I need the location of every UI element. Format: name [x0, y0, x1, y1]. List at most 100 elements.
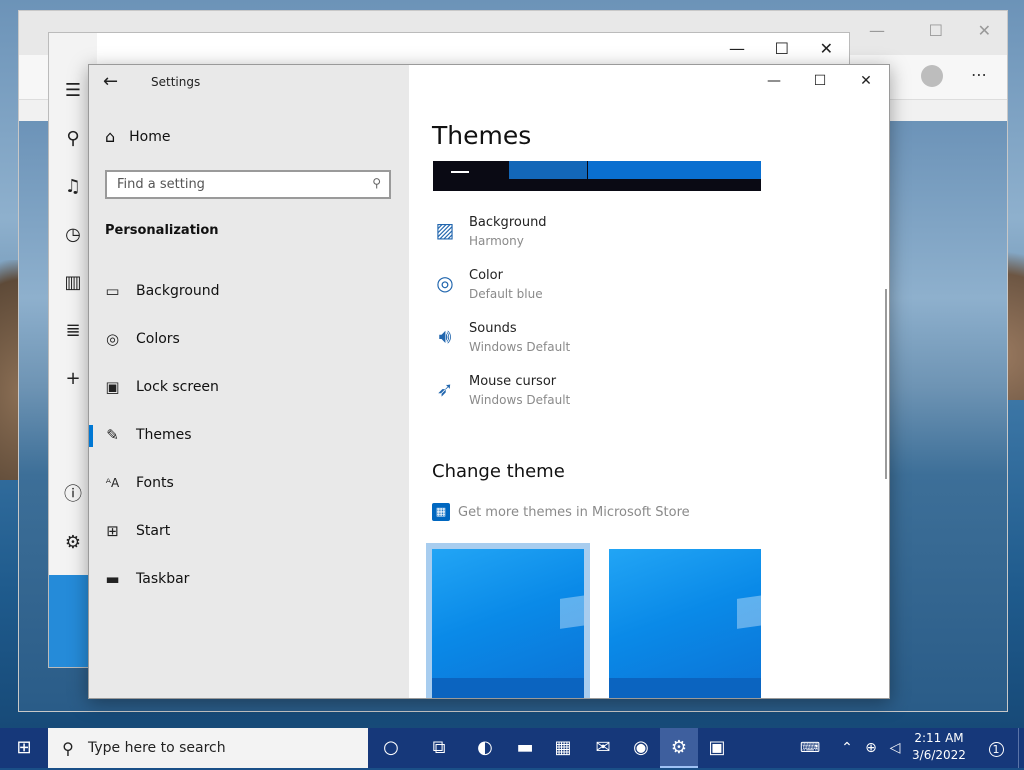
property-name: Sounds — [469, 321, 517, 336]
bg-minimize-icon[interactable]: — — [869, 21, 885, 40]
app-title: Settings — [151, 75, 201, 89]
gear-icon[interactable]: ⚙ — [61, 531, 85, 555]
cortana-icon[interactable]: ○ — [372, 728, 410, 768]
property-value: Windows Default — [469, 340, 571, 354]
property-name: Background — [469, 215, 547, 230]
home-nav-item[interactable]: ⌂ Home — [105, 127, 171, 146]
clock-date: 3/6/2022 — [912, 748, 966, 762]
file-explorer-icon[interactable]: ▬ — [506, 728, 544, 768]
theme-tile-windows[interactable] — [609, 549, 761, 698]
settings-main-pane: — ☐ ✕ Themes ▨ Background Harmony ◎ Colo… — [409, 65, 889, 698]
chevron-up-icon[interactable]: ⌃ — [836, 728, 858, 768]
taskbar-search-box[interactable]: ⚲ Type here to search — [48, 728, 368, 768]
volume-muted-icon[interactable]: ◁ — [884, 728, 906, 768]
task-view-icon[interactable]: ⧉ — [420, 728, 458, 768]
page-title: Themes — [432, 121, 532, 150]
windows-logo-icon — [560, 595, 584, 629]
add-icon[interactable]: + — [61, 367, 85, 391]
nav-item-label: Start — [136, 523, 171, 539]
taskbar-search-placeholder: Type here to search — [88, 740, 226, 756]
theme-property-mouse-cursor[interactable]: ➶ Mouse cursor Windows Default — [432, 374, 762, 420]
clock-time: 2:11 AM — [914, 731, 964, 745]
scrollbar[interactable] — [885, 289, 887, 479]
theme-property-sounds[interactable]: 🔊︎ Sounds Windows Default — [432, 321, 762, 367]
property-name: Color — [469, 268, 503, 283]
mail-icon[interactable]: ✉ — [584, 728, 622, 768]
microsoft-store-link[interactable]: ▦ Get more themes in Microsoft Store — [432, 503, 690, 521]
themes-icon: ✎ — [106, 426, 119, 444]
show-desktop-button[interactable] — [1018, 728, 1024, 768]
mid-maximize-icon[interactable]: ☐ — [775, 39, 789, 58]
nav-item-label: Taskbar — [136, 571, 190, 587]
remote-desktop-icon[interactable]: ▣ — [698, 728, 736, 768]
search-icon: ⚲ — [62, 738, 74, 758]
search-icon[interactable]: ⚲ — [61, 127, 85, 151]
theme-property-color[interactable]: ◎ Color Default blue — [432, 268, 762, 314]
preview-window-shape — [509, 161, 587, 179]
action-center-icon[interactable]: 1 — [978, 728, 1014, 768]
palette-icon: ◎ — [436, 271, 454, 295]
nav-item-colors[interactable]: ◎ Colors — [89, 319, 409, 359]
mid-close-icon[interactable]: ✕ — [820, 39, 833, 58]
image-icon: ▭ — [105, 282, 120, 300]
music-note-icon[interactable]: ♫ — [61, 175, 85, 199]
theme-tile-taskbar — [432, 678, 584, 698]
start-icon: ⊞ — [106, 522, 119, 540]
nav-item-lock-screen[interactable]: ▣ Lock screen — [89, 367, 409, 407]
home-icon: ⌂ — [105, 127, 116, 146]
nav-item-label: Themes — [136, 427, 192, 443]
profile-avatar[interactable] — [921, 65, 943, 87]
hamburger-menu-icon[interactable]: ☰ — [61, 79, 85, 103]
system-clock[interactable]: 2:11 AM 3/6/2022 — [906, 730, 972, 764]
nav-item-themes[interactable]: ✎ Themes — [89, 415, 409, 455]
nav-item-fonts[interactable]: ᴬA Fonts — [89, 463, 409, 503]
mouse-cursor-icon: ➶ — [436, 377, 454, 401]
bg-maximize-icon[interactable]: ☐ — [929, 21, 943, 40]
playlist-icon[interactable]: ≣ — [61, 319, 85, 343]
search-icon[interactable]: ⚲ — [372, 176, 381, 190]
theme-property-background[interactable]: ▨ Background Harmony — [432, 215, 762, 261]
minimize-button[interactable]: — — [751, 65, 797, 97]
fonts-icon: ᴬA — [105, 476, 120, 490]
taskbar-icon: ▬ — [105, 570, 120, 588]
change-theme-heading: Change theme — [432, 461, 565, 482]
back-arrow-icon[interactable]: ← — [103, 71, 123, 93]
info-icon[interactable]: ⓘ — [61, 483, 85, 507]
store-link-label: Get more themes in Microsoft Store — [458, 504, 690, 520]
preview-line — [451, 171, 469, 173]
settings-window[interactable]: ← Settings ⌂ Home ⚲ Personalization ▭ Ba… — [88, 64, 890, 699]
property-value: Default blue — [469, 287, 543, 301]
theme-tile-windows-selected[interactable] — [426, 543, 590, 698]
taskbar: ⊞ ⚲ Type here to search ○ ⧉ ◐ ▬ ▦ ✉ ◉ ⚙ … — [0, 728, 1024, 768]
nav-item-start[interactable]: ⊞ Start — [89, 511, 409, 551]
bg-close-icon[interactable]: ✕ — [978, 21, 991, 40]
find-setting-input[interactable] — [107, 172, 367, 196]
maximize-button[interactable]: ☐ — [797, 65, 843, 97]
charts-icon[interactable]: ▥ — [61, 271, 85, 295]
theme-preview-image — [433, 161, 761, 191]
windows-start-button[interactable]: ⊞ — [0, 728, 48, 768]
edge-browser-icon[interactable]: ◐ — [466, 728, 504, 768]
close-button[interactable]: ✕ — [843, 65, 889, 97]
store-bag-icon: ▦ — [432, 503, 450, 521]
speaker-icon: 🔊︎ — [438, 324, 452, 348]
more-options-icon[interactable]: ⋯ — [971, 65, 987, 84]
home-label: Home — [129, 128, 171, 145]
nav-item-taskbar[interactable]: ▬ Taskbar — [89, 559, 409, 599]
settings-nav-pane: ← Settings ⌂ Home ⚲ Personalization ▭ Ba… — [89, 65, 409, 698]
preview-desktop-shape — [588, 161, 761, 179]
clock-icon[interactable]: ◷ — [61, 223, 85, 247]
network-icon[interactable]: ⊕ — [860, 728, 882, 768]
theme-tile-taskbar — [609, 678, 761, 698]
section-heading: Personalization — [105, 223, 219, 238]
keyboard-icon[interactable]: ⌨ — [794, 728, 826, 768]
nav-item-label: Fonts — [136, 475, 174, 491]
mid-minimize-icon[interactable]: — — [729, 39, 745, 58]
find-setting-search-box[interactable]: ⚲ — [105, 170, 391, 199]
nav-item-label: Background — [136, 283, 220, 299]
groove-music-icon[interactable]: ◉ — [622, 728, 660, 768]
nav-item-background[interactable]: ▭ Background — [89, 271, 409, 311]
settings-gear-icon[interactable]: ⚙ — [660, 728, 698, 768]
palette-icon: ◎ — [105, 330, 120, 348]
microsoft-store-icon[interactable]: ▦ — [544, 728, 582, 768]
